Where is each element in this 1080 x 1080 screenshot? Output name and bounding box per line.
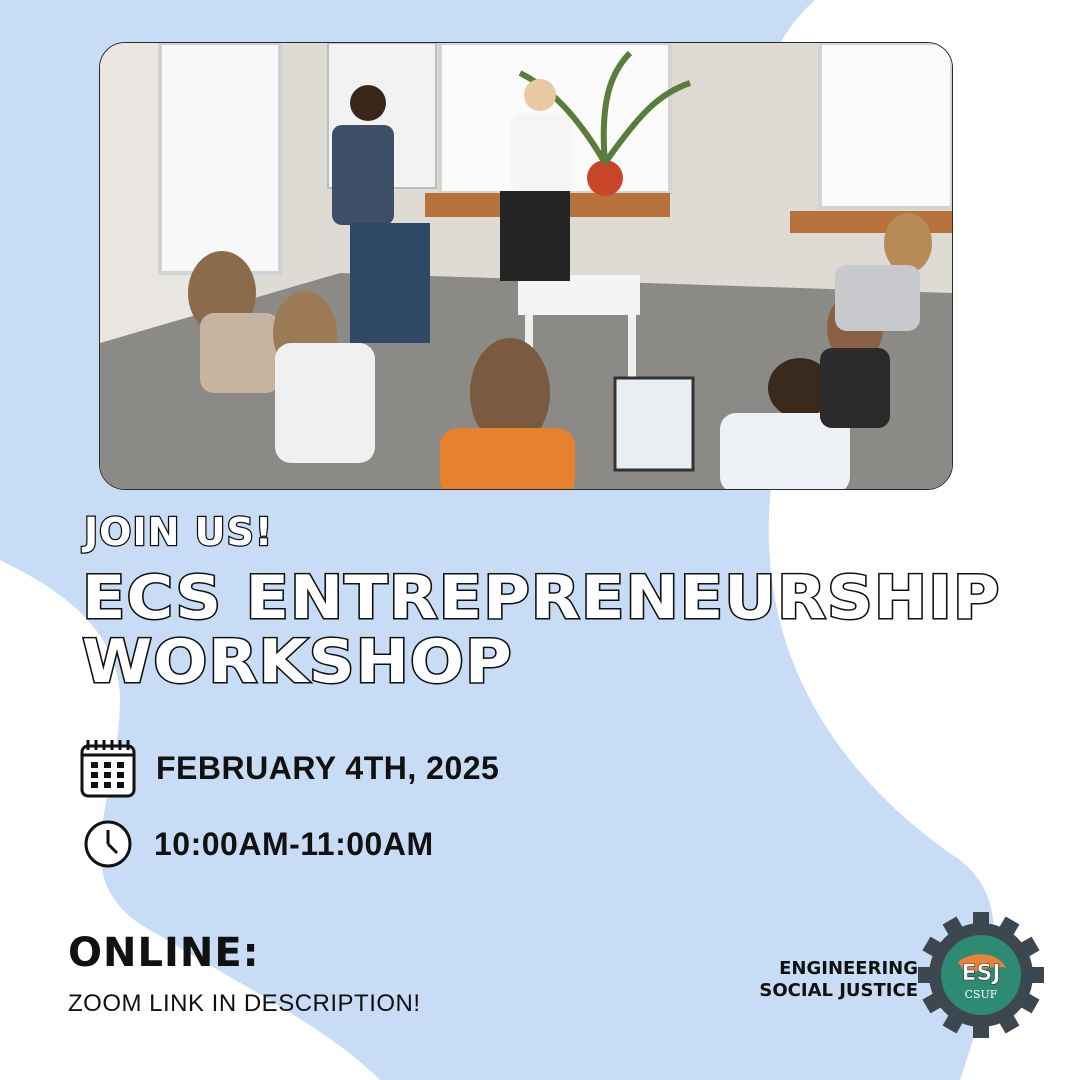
event-time: 10:00AM-11:00AM [154,825,434,862]
calendar-icon [80,740,136,798]
esj-logo: ESJ CSUF [918,912,1044,1038]
workshop-photo [99,42,953,490]
organization-line-2: SOCIAL JUSTICE [759,980,918,1001]
location-note: ZOOM LINK IN DESCRIPTION! [68,990,421,1017]
logo-subtext: CSUF [965,988,998,1001]
event-date-row: FEBRUARY 4TH, 2025 [80,738,499,798]
event-time-row: 10:00AM-11:00AM [82,818,434,870]
event-date: FEBRUARY 4TH, 2025 [156,749,500,786]
clock-icon [84,820,132,868]
organization-name: ENGINEERING SOCIAL JUSTICE [722,958,918,1002]
logo-text: ESJ [961,961,1000,986]
join-us-kicker: JOIN US! [83,509,274,556]
location-heading: ONLINE: [68,930,260,976]
event-title: ECS ENTREPRENEURSHIP WORKSHOP [80,563,1001,697]
organization-line-1: ENGINEERING [779,958,918,979]
event-title-line-1: ECS ENTREPRENEURSHIP [80,563,1001,633]
event-title-line-2: WORKSHOP [80,627,513,697]
